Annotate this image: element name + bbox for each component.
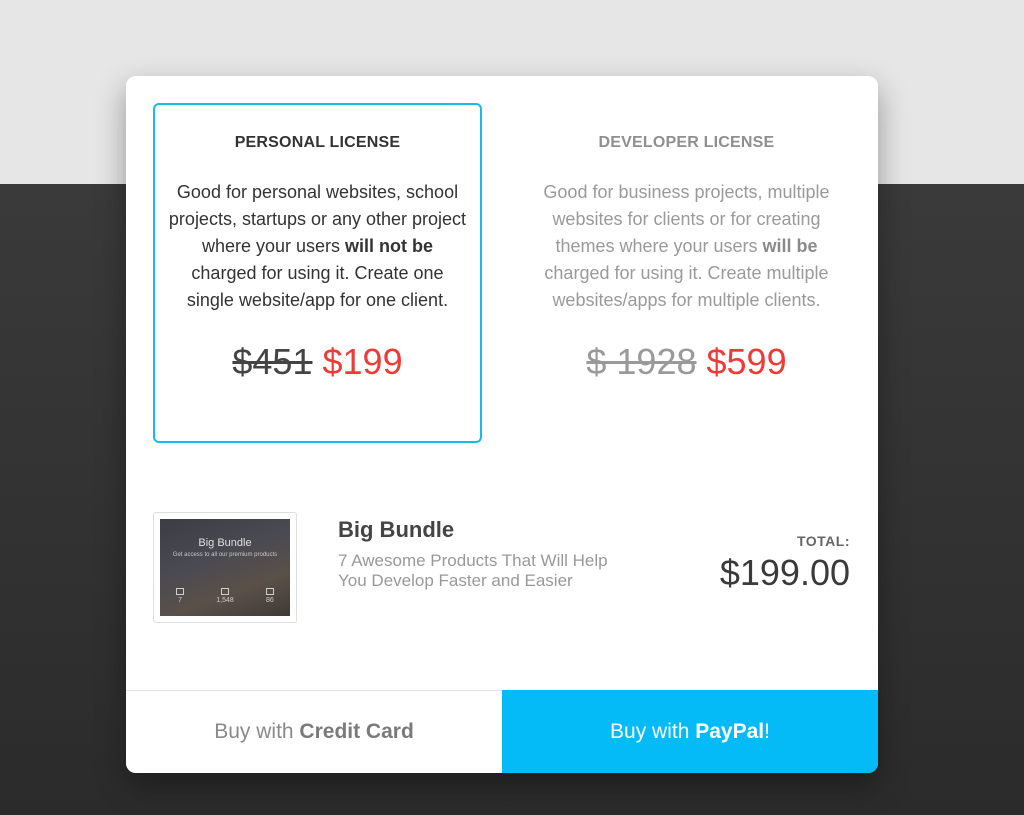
thumbnail-title: Big Bundle bbox=[198, 537, 252, 549]
personal-license-card[interactable]: PERSONAL LICENSE Good for personal websi… bbox=[153, 103, 482, 443]
thumbnail-stats: 7 1,548 86 bbox=[160, 588, 290, 604]
old-price: $ 1928 bbox=[586, 341, 697, 382]
new-price: $199 bbox=[322, 341, 403, 382]
license-description: Good for business projects, multiple web… bbox=[543, 182, 830, 310]
product-thumbnail: Big Bundle Get access to all our premium… bbox=[153, 512, 297, 623]
license-description: Good for personal websites, school proje… bbox=[168, 182, 467, 310]
license-title: PERSONAL LICENSE bbox=[234, 134, 401, 151]
buy-paypal-button[interactable]: Buy with PayPal! bbox=[502, 690, 878, 773]
thumbnail-stat: 86 bbox=[265, 588, 274, 604]
total-value: $199.00 bbox=[719, 552, 850, 593]
buy-credit-card-button[interactable]: Buy with Credit Card bbox=[126, 690, 502, 773]
page-icon bbox=[265, 588, 274, 595]
total-label: TOTAL: bbox=[796, 533, 850, 549]
license-price: $451 $199 bbox=[155, 342, 480, 382]
thumbnail-subtitle: Get access to all our premium products bbox=[172, 552, 278, 558]
thumbnail-stat: 1,548 bbox=[216, 588, 234, 604]
product-name: Big Bundle bbox=[338, 517, 455, 542]
box-icon bbox=[221, 588, 229, 595]
license-price: $ 1928 $599 bbox=[524, 342, 849, 382]
product-thumbnail-image: Big Bundle Get access to all our premium… bbox=[160, 519, 290, 616]
product-description: 7 Awesome Products That Will Help You De… bbox=[338, 551, 608, 590]
new-price: $599 bbox=[706, 341, 787, 382]
thumbnail-stat: 7 bbox=[176, 588, 185, 604]
purchase-modal: PERSONAL LICENSE Good for personal websi… bbox=[126, 76, 878, 773]
developer-license-card[interactable]: DEVELOPER LICENSE Good for business proj… bbox=[522, 103, 851, 443]
license-title: DEVELOPER LICENSE bbox=[598, 134, 775, 151]
old-price: $451 bbox=[232, 341, 313, 382]
product-icon bbox=[176, 588, 185, 595]
